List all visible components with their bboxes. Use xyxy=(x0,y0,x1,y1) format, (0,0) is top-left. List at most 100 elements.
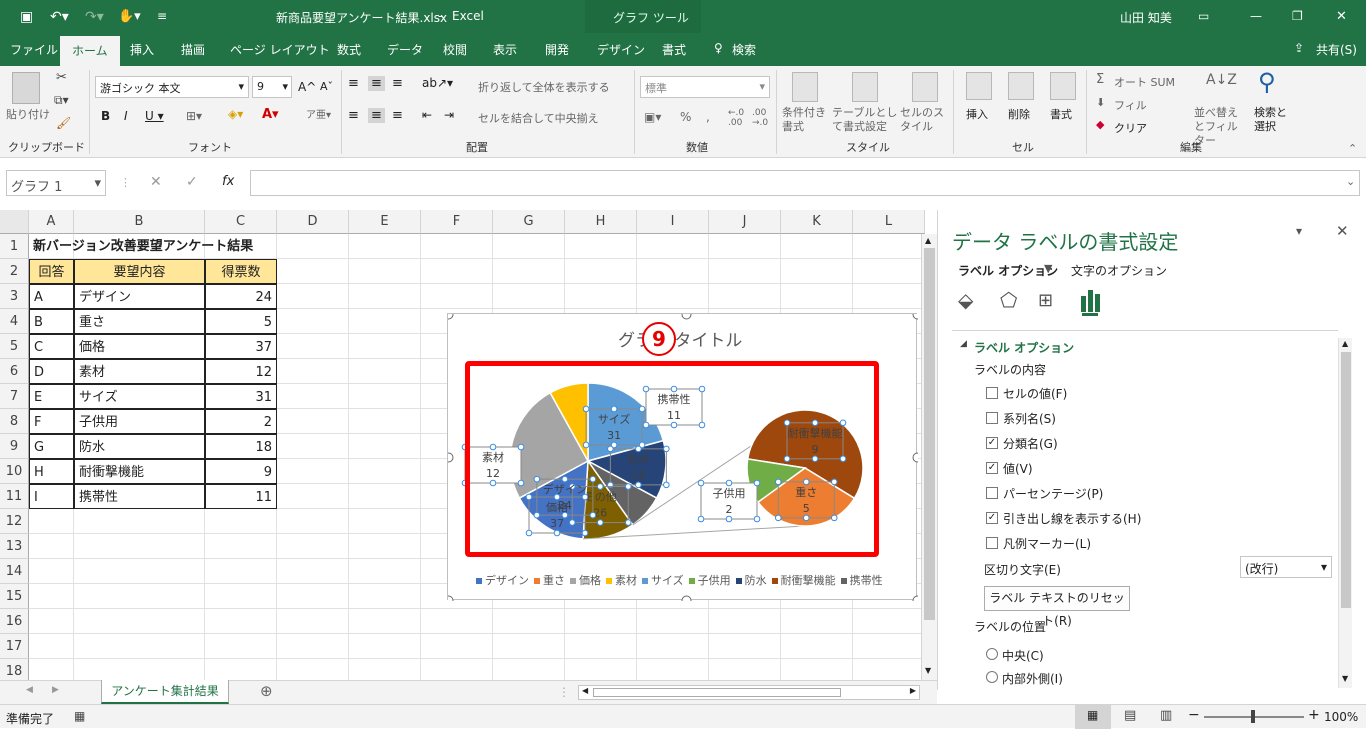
tell-me-search[interactable]: 検索 xyxy=(732,41,756,58)
delete-cells-button[interactable]: 削除 xyxy=(1008,106,1030,122)
sort-filter-icon[interactable]: A↓Z xyxy=(1206,72,1237,88)
table-cell[interactable]: サイズ xyxy=(74,384,205,409)
fill-color-icon[interactable]: ◈▾ xyxy=(228,107,243,121)
zoom-in-icon[interactable]: + xyxy=(1308,707,1320,723)
section-label-options[interactable]: ラベル オプション xyxy=(974,339,1074,356)
legend-item[interactable]: 重さ xyxy=(534,574,565,587)
align-top-icon[interactable]: ≡ xyxy=(348,76,359,91)
row-header-8[interactable]: 8 xyxy=(0,409,29,434)
table-cell[interactable]: 18 xyxy=(205,434,277,459)
row-header-7[interactable]: 7 xyxy=(0,384,29,409)
row-header-3[interactable]: 3 xyxy=(0,284,29,309)
find-select-icon[interactable]: ⚲ xyxy=(1258,68,1276,96)
chart-resize-handle[interactable] xyxy=(912,595,923,606)
legend-item[interactable]: 素材 xyxy=(606,574,637,587)
table-cell[interactable]: H xyxy=(29,459,74,484)
table-cell[interactable]: E xyxy=(29,384,74,409)
table-cell[interactable]: 重さ xyxy=(74,309,205,334)
find-select-button[interactable]: 検索と選択 xyxy=(1254,106,1292,134)
label-option-text[interactable]: 凡例マーカー(L) xyxy=(1003,535,1091,552)
label-option-text[interactable]: セルの値(F) xyxy=(1003,385,1067,402)
chart-resize-handle[interactable] xyxy=(443,595,454,606)
orientation-icon[interactable]: ab↗▾ xyxy=(422,76,453,90)
zoom-out-icon[interactable]: − xyxy=(1188,707,1200,723)
format-cells-icon[interactable] xyxy=(1050,72,1076,100)
table-cell[interactable]: 価格 xyxy=(74,334,205,359)
prev-sheet-icon[interactable]: ◀ xyxy=(26,685,33,695)
chart-resize-handle[interactable] xyxy=(681,309,692,320)
effects-icon[interactable]: ⬠ xyxy=(1000,288,1017,312)
label-option-checkbox[interactable]: ✓ xyxy=(986,437,998,449)
share-button[interactable]: 共有(S) xyxy=(1316,41,1357,58)
table-cell[interactable]: G xyxy=(29,434,74,459)
fill-line-icon[interactable]: ⬙ xyxy=(958,288,973,312)
font-size-dropdown[interactable]: 9 ▾ xyxy=(252,76,292,98)
row-header-4[interactable]: 4 xyxy=(0,309,29,334)
conditional-format-button[interactable]: 条件付き書式 xyxy=(782,106,830,134)
increase-indent-icon[interactable]: ⇥ xyxy=(444,108,454,122)
decrease-decimal-icon[interactable]: .00 →.0 xyxy=(752,108,768,128)
legend-item[interactable]: 価格 xyxy=(570,574,601,587)
col-header-F[interactable]: F xyxy=(421,210,493,234)
decrease-indent-icon[interactable]: ⇤ xyxy=(422,108,432,122)
save-icon[interactable]: ▣ xyxy=(20,9,33,25)
cut-icon[interactable]: ✂ xyxy=(56,70,67,85)
row-header-17[interactable]: 17 xyxy=(0,634,29,659)
pie-chart[interactable]: サイズ 31 防水 18 携帯性 11 その他 26 デザイン 24 価格 37 素材 12 耐衝撃機能 9 重… xyxy=(443,309,923,606)
cancel-icon[interactable]: ✕ xyxy=(150,174,162,190)
table-cell[interactable]: A xyxy=(29,284,74,309)
font-name-dropdown[interactable]: 游ゴシック 本文 ▾ xyxy=(95,76,249,98)
row-header-11[interactable]: 11 xyxy=(0,484,29,509)
collapse-ribbon-icon[interactable]: ⌃ xyxy=(1348,142,1357,155)
add-sheet-icon[interactable]: ⊕ xyxy=(260,682,273,700)
table-cell[interactable]: B xyxy=(29,309,74,334)
format-painter-icon[interactable]: 🖌 xyxy=(56,116,71,130)
align-right-icon[interactable]: ≡ xyxy=(392,108,403,123)
expand-formula-icon[interactable]: ⌄ xyxy=(1346,175,1355,188)
cell-styles-icon[interactable] xyxy=(912,72,938,102)
name-box[interactable]: グラフ 1 ▾ xyxy=(6,170,106,196)
italic-icon[interactable]: I xyxy=(124,109,128,123)
table-cell[interactable]: 子供用 xyxy=(74,409,205,434)
tab-formulas[interactable]: 数式 xyxy=(337,41,361,58)
row-header-14[interactable]: 14 xyxy=(0,559,29,584)
align-left-icon[interactable]: ≡ xyxy=(348,108,359,123)
font-shrink-icon[interactable]: Aˇ xyxy=(320,80,333,93)
col-header-A[interactable]: A xyxy=(29,210,74,234)
position-center-radio[interactable] xyxy=(986,648,998,660)
row-header-10[interactable]: 10 xyxy=(0,459,29,484)
pane-menu-icon[interactable]: ▾ xyxy=(1296,224,1302,238)
table-cell[interactable]: デザイン xyxy=(74,284,205,309)
label-option-text[interactable]: 分類名(G) xyxy=(1003,435,1058,452)
sheet-tab-active[interactable]: アンケート集計結果 xyxy=(101,680,229,704)
table-cell[interactable]: I xyxy=(29,484,74,509)
format-as-table-icon[interactable] xyxy=(852,72,878,102)
chart-title[interactable]: グラフ タイトル xyxy=(618,326,742,351)
currency-icon[interactable]: ▣▾ xyxy=(644,110,661,124)
position-inside-end-label[interactable]: 内部外側(I) xyxy=(1002,670,1063,687)
format-cells-button[interactable]: 書式 xyxy=(1050,106,1072,122)
clear-button[interactable]: クリア xyxy=(1114,120,1147,136)
col-header-I[interactable]: I xyxy=(637,210,709,234)
tab-data[interactable]: データ xyxy=(387,41,423,58)
page-break-view-icon[interactable]: ▥ xyxy=(1160,708,1172,723)
separator-dropdown[interactable]: (改行) ▾ xyxy=(1240,556,1332,578)
row-header-5[interactable]: 5 xyxy=(0,334,29,359)
table-cell[interactable]: 5 xyxy=(205,309,277,334)
share-icon[interactable]: ⇪ xyxy=(1294,41,1304,55)
tab-page-layout[interactable]: ページ レイアウト xyxy=(230,41,330,58)
font-grow-icon[interactable]: A^ xyxy=(298,80,316,94)
row-header-6[interactable]: 6 xyxy=(0,359,29,384)
label-options-icon[interactable] xyxy=(1078,290,1102,312)
legend-item[interactable]: 耐衝撃機能 xyxy=(771,574,836,587)
table-header-cell[interactable]: 要望内容 xyxy=(74,259,205,284)
normal-view-icon[interactable]: ▦ xyxy=(1075,705,1111,729)
table-cell[interactable]: 素材 xyxy=(74,359,205,384)
minimize-icon[interactable]: — xyxy=(1250,9,1262,23)
table-cell[interactable]: 耐衝撃機能 xyxy=(74,459,205,484)
align-bottom-icon[interactable]: ≡ xyxy=(392,76,403,91)
number-format-dropdown[interactable]: 標準 ▾ xyxy=(640,76,770,98)
tab-design[interactable]: デザイン xyxy=(597,41,645,58)
table-cell[interactable]: 24 xyxy=(205,284,277,309)
bold-icon[interactable]: B xyxy=(101,109,110,123)
